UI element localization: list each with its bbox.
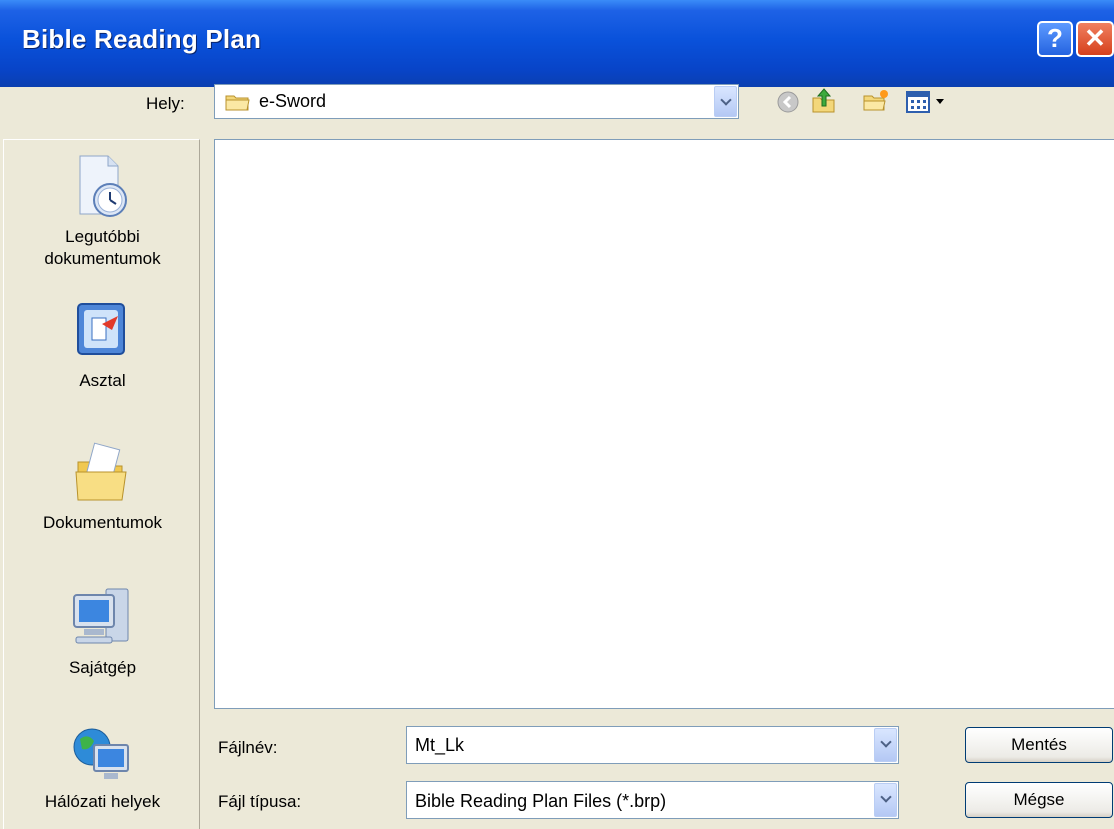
my-computer-icon [4,585,201,651]
filename-label: Fájlnév: [218,738,278,757]
filetype-label: Fájl típusa: [218,792,302,811]
up-folder-icon[interactable] [810,86,838,119]
place-network-places[interactable]: Hálózati helyek [4,725,201,813]
cancel-button[interactable]: Mégse [965,782,1113,818]
save-button[interactable]: Mentés [965,727,1113,763]
filename-dropdown-button[interactable] [874,728,897,762]
location-label: Hely: [146,94,185,113]
filetype-value: Bible Reading Plan Files (*.brp) [415,791,667,811]
place-label-line1: Asztal [79,371,126,390]
filetype-combobox[interactable]: Bible Reading Plan Files (*.brp) [406,781,899,819]
file-list[interactable] [214,139,1114,709]
place-label-line1: Legutóbbi [65,227,140,246]
window-title: Bible Reading Plan [22,24,262,54]
view-menu-icon[interactable] [905,90,949,119]
filename-combobox[interactable]: Mt_Lk [406,726,899,764]
network-places-icon [4,725,201,785]
filename-input[interactable]: Mt_Lk [415,735,464,756]
help-button[interactable]: ? [1037,21,1073,57]
back-icon[interactable] [777,91,799,118]
recent-documents-icon [4,154,201,220]
places-bar: Legutóbbi dokumentumok Asztal Dokumentum… [3,139,200,829]
location-value: e-Sword [259,91,327,111]
new-folder-icon[interactable] [862,88,890,119]
location-dropdown-button[interactable] [714,86,737,117]
place-label-line2: dokumentumok [44,249,161,268]
my-documents-icon [4,440,201,506]
place-desktop[interactable]: Asztal [4,300,201,392]
place-label-line1: Hálózati helyek [44,792,161,811]
place-label-line1: Sajátgép [68,658,137,677]
close-button[interactable]: ✕ [1076,21,1114,57]
title-bar[interactable]: Bible Reading Plan ? ✕ [0,0,1114,87]
place-my-documents[interactable]: Dokumentumok [4,440,201,534]
place-my-computer[interactable]: Sajátgép [4,585,201,679]
place-label-line1: Dokumentumok [42,513,163,532]
location-combobox[interactable]: e-Sword [214,84,739,119]
filetype-dropdown-button[interactable] [874,783,897,817]
place-recent-documents[interactable]: Legutóbbi dokumentumok [4,154,201,270]
desktop-icon [4,300,201,364]
folder-icon [225,92,251,117]
